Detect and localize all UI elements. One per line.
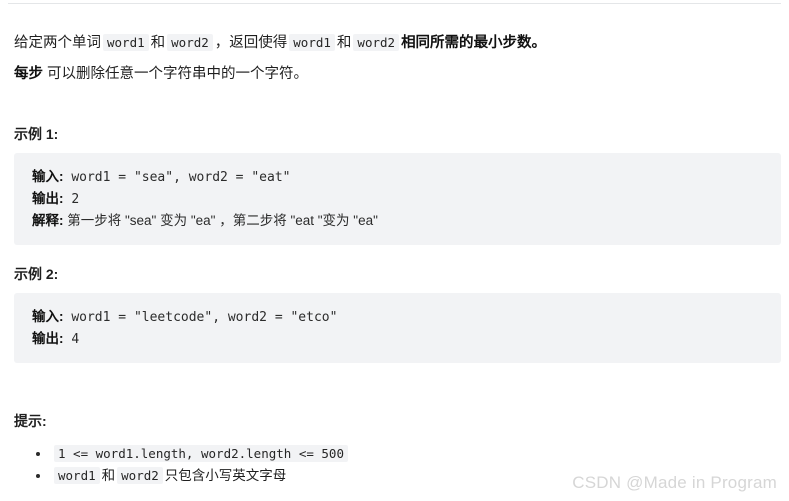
hints-list: 1 <= word1.length, word2.length <= 500 w…: [14, 443, 350, 487]
inline-code-length-constraint: 1 <= word1.length, word2.length <= 500: [54, 445, 348, 462]
example-1-heading: 示例 1:: [14, 126, 59, 142]
inline-code-word2-a: word2: [167, 33, 213, 51]
hint-item-charset-constraint: word1 和 word2 只包含小写英文字母: [36, 465, 350, 487]
inline-code-word1-b: word1: [289, 33, 335, 51]
example-1-output-label: 输出:: [32, 191, 64, 206]
csdn-watermark: CSDN @Made in Program: [572, 473, 777, 492]
inline-code-word2-hint: word2: [117, 467, 163, 484]
example-1-explanation-label: 解释:: [32, 213, 64, 228]
example-1-output-value: 2: [63, 192, 80, 207]
intro-middle: ，返回使得: [214, 34, 288, 51]
intro-conj-1: 和: [150, 34, 166, 51]
intro-conj-2: 和: [336, 34, 352, 51]
inline-code-word1-hint: word1: [54, 467, 100, 484]
example-1-line-output: 输出: 2: [32, 188, 781, 210]
hint-item-length-constraint: 1 <= word1.length, word2.length <= 500: [36, 443, 350, 465]
intro-paragraph: 给定两个单词 word1 和 word2 ，返回使得 word1 和 word2 相同所需的最小…: [14, 32, 546, 54]
example-2-output-value: 4: [63, 332, 80, 347]
example-1-input-label: 输入:: [32, 169, 64, 184]
hint-conjunction: 和: [101, 468, 116, 483]
inline-code-word1-a: word1: [103, 33, 149, 51]
hint-charset-text: 只包含小写英文字母: [164, 468, 287, 483]
intro-suffix-bold: 最小步数。: [473, 34, 547, 51]
example-1-line-explanation: 解释: 第一步将 "sea" 变为 "ea" ，第二步将 "eat "变为 "e…: [32, 210, 781, 232]
example-2-input-label: 输入:: [32, 309, 64, 324]
example-1-input-value: word1 = "sea", word2 = "eat": [63, 170, 291, 185]
example-1-line-input: 输入: word1 = "sea", word2 = "eat": [32, 166, 781, 188]
example-2-output-label: 输出:: [32, 331, 64, 346]
intro-suffix-normal: 相同所需的: [401, 34, 474, 51]
step-note-paragraph: 每步 可以删除任意一个字符串中的一个字符。: [14, 63, 308, 85]
example-1-explanation-value: 第一步将 "sea" 变为 "ea" ，第二步将 "eat "变为 "ea": [63, 213, 378, 228]
top-divider: [8, 3, 781, 4]
example-1-code-block: 输入: word1 = "sea", word2 = "eat" 输出: 2 解…: [14, 153, 781, 245]
step-note-body: 可以删除任意一个字符串中的一个字符。: [47, 65, 309, 82]
step-note-bold: 每步: [14, 65, 43, 82]
hints-heading: 提示:: [14, 413, 47, 429]
example-2-input-value: word1 = "leetcode", word2 = "etco": [63, 310, 338, 325]
inline-code-word2-b: word2: [353, 33, 400, 51]
example-2-heading: 示例 2:: [14, 266, 59, 282]
problem-description-page: 给定两个单词 word1 和 word2 ，返回使得 word1 和 word2 相同所需的最小…: [0, 0, 789, 501]
example-2-line-output: 输出: 4: [32, 328, 781, 350]
example-2-code-block: 输入: word1 = "leetcode", word2 = "etco" 输…: [14, 293, 781, 363]
intro-prefix: 给定两个单词: [14, 34, 101, 51]
example-2-line-input: 输入: word1 = "leetcode", word2 = "etco": [32, 306, 781, 328]
